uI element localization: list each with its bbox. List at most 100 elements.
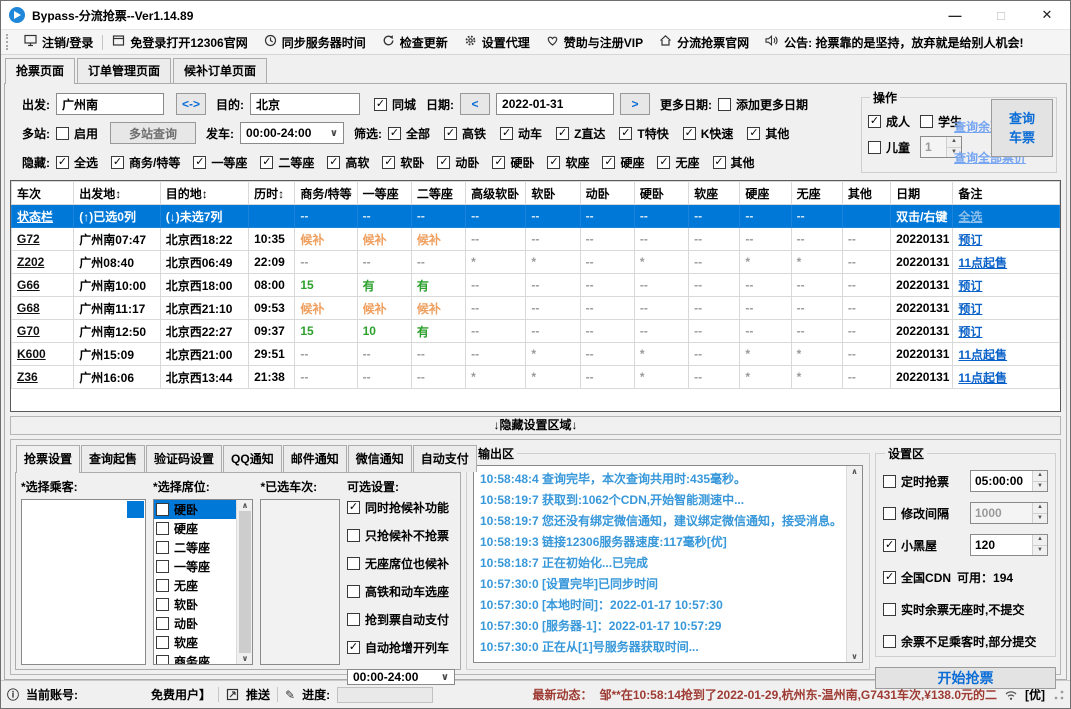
- hide-checkbox-11[interactable]: ✓ 其他: [712, 154, 755, 171]
- hide-checkbox-7[interactable]: ✓ 硬卧: [492, 154, 534, 171]
- settings-tab-4[interactable]: 邮件通知: [282, 445, 347, 472]
- filter-checkbox-5[interactable]: ✓ K快速: [682, 125, 733, 142]
- optional-checkbox-0[interactable]: ✓ 同时抢候补功能: [347, 499, 449, 516]
- book-link[interactable]: 预订: [958, 233, 982, 247]
- seat-option-5[interactable]: 软卧: [154, 595, 236, 614]
- column-header[interactable]: 高级软卧: [465, 181, 527, 205]
- optional-checkbox-3[interactable]: 高铁和动车选座: [347, 583, 449, 600]
- column-header[interactable]: 动卧: [579, 181, 635, 205]
- book-link[interactable]: 11点起售: [958, 348, 1007, 362]
- column-header[interactable]: 备注: [952, 181, 1060, 205]
- book-link[interactable]: 11点起售: [958, 256, 1007, 270]
- hide-checkbox-10[interactable]: ✓ 无座: [657, 154, 700, 171]
- toolbar-item-公告[interactable]: 公告: 抢票靠的是坚持，放弃就是给别人机会!: [757, 30, 1031, 54]
- scrollbar[interactable]: ∧ ∨: [846, 466, 863, 662]
- column-header[interactable]: 历时↕: [248, 181, 296, 205]
- seat-option-7[interactable]: 软座: [154, 633, 236, 652]
- book-link[interactable]: 预订: [958, 302, 982, 316]
- close-button[interactable]: ✕: [1024, 1, 1070, 29]
- hide-checkbox-0[interactable]: ✓ 全选: [56, 154, 98, 171]
- table-row[interactable]: G66 广州南10:00 北京西18:00 08:00 15 有有 -- -- -- -- -- --…: [11, 273, 1060, 297]
- optional-checkbox-2[interactable]: 无座席位也候补: [347, 555, 449, 572]
- column-header[interactable]: 硬卧: [633, 181, 690, 205]
- partial-submit-checkbox[interactable]: 余票不足乘客时,部分提交: [883, 633, 1036, 650]
- seat-option-0[interactable]: 硬卧: [154, 500, 237, 519]
- train-number-link[interactable]: G66: [17, 278, 40, 292]
- column-header[interactable]: 目的地↕: [159, 181, 250, 205]
- select-all-link[interactable]: 全选: [958, 210, 982, 224]
- spin-down-icon[interactable]: ▼: [1033, 545, 1047, 555]
- toolbar-item-设置[interactable]: 设置代理: [456, 30, 538, 54]
- toolbar-item-注销[interactable]: 注销/登录: [16, 30, 101, 54]
- toolbar-item-赞助[interactable]: 赞助与注册VIP: [538, 30, 651, 54]
- seat-option-1[interactable]: 硬座: [154, 519, 236, 538]
- no-seat-no-submit-checkbox[interactable]: 实时余票无座时,不提交: [883, 601, 1024, 618]
- train-number-link[interactable]: G68: [17, 301, 40, 315]
- hide-checkbox-4[interactable]: ✓ 高软: [327, 154, 369, 171]
- prev-date-button[interactable]: <: [460, 93, 491, 115]
- optional-checkbox-4[interactable]: 抢到票自动支付: [347, 611, 449, 628]
- table-row[interactable]: K600 广州15:09 北京西21:00 29:51 -- -- -- -- * -- * -- * *…: [11, 342, 1060, 366]
- multi-station-query-button[interactable]: 多站查询: [110, 122, 197, 144]
- spin-up-icon[interactable]: ▲: [1033, 503, 1047, 514]
- table-row[interactable]: G68 广州南11:17 北京西21:10 09:53 候补 候补 候补 -- -- -- -- --…: [11, 296, 1060, 320]
- scrollbar[interactable]: ∧ ∨: [236, 500, 253, 664]
- hide-settings-bar[interactable]: ↓隐藏设置区域↓: [10, 416, 1061, 435]
- column-header[interactable]: 软卧: [525, 181, 581, 205]
- depart-time-select[interactable]: 00:00-24:00 ∨: [240, 122, 345, 144]
- main-tab-2[interactable]: 候补订单页面: [173, 58, 268, 83]
- train-number-link[interactable]: G72: [17, 232, 40, 246]
- filter-checkbox-0[interactable]: ✓ 全部: [388, 125, 430, 142]
- start-grab-button[interactable]: 开始抢票: [875, 667, 1056, 689]
- column-header[interactable]: 出发地↕: [73, 181, 161, 205]
- blackroom-checkbox[interactable]: ✓ 小黑屋: [883, 537, 937, 554]
- scroll-down-icon[interactable]: ∨: [851, 652, 858, 661]
- timed-grab-time-stepper[interactable]: 05:00:00 ▲ ▼: [970, 470, 1048, 492]
- settings-tab-6[interactable]: 自动支付: [412, 445, 477, 472]
- scroll-up-icon[interactable]: ∧: [851, 467, 858, 476]
- push-label[interactable]: 推送: [246, 686, 270, 703]
- spin-up-icon[interactable]: ▲: [1033, 535, 1047, 546]
- train-number-link[interactable]: 状态栏: [17, 210, 53, 224]
- seat-option-2[interactable]: 二等座: [154, 538, 236, 557]
- date-input[interactable]: 2022-01-31: [496, 93, 615, 115]
- settings-tab-3[interactable]: QQ通知: [223, 445, 282, 472]
- hide-checkbox-3[interactable]: ✓ 二等座: [260, 154, 314, 171]
- train-number-link[interactable]: K600: [17, 347, 46, 361]
- toolbar-item-同步[interactable]: 同步服务器时间: [256, 30, 374, 54]
- seat-option-6[interactable]: 动卧: [154, 614, 236, 633]
- settings-tab-5[interactable]: 微信通知: [347, 445, 412, 472]
- spin-down-icon[interactable]: ▼: [1033, 513, 1047, 523]
- column-header[interactable]: 车次: [11, 181, 75, 205]
- minimize-button[interactable]: —: [932, 1, 978, 29]
- toolbar-item-分流[interactable]: 分流抢票官网: [651, 30, 757, 54]
- seat-option-8[interactable]: 商务座: [154, 652, 236, 664]
- train-number-link[interactable]: Z202: [17, 255, 44, 269]
- seat-option-3[interactable]: 一等座: [154, 557, 236, 576]
- filter-checkbox-2[interactable]: ✓ 动车: [500, 125, 542, 142]
- filter-checkbox-3[interactable]: ✓ Z直达: [556, 125, 605, 142]
- same-city-checkbox[interactable]: ✓ 同城: [374, 96, 416, 113]
- settings-tab-0[interactable]: 抢票设置: [16, 445, 81, 473]
- hide-checkbox-9[interactable]: ✓ 硬座: [602, 154, 644, 171]
- main-tab-1[interactable]: 订单管理页面: [77, 58, 172, 83]
- resize-grip[interactable]: [1054, 689, 1064, 700]
- add-more-dates-checkbox[interactable]: 添加更多日期: [718, 96, 808, 113]
- seat-option-4[interactable]: 无座: [154, 576, 236, 595]
- book-link[interactable]: 预订: [958, 325, 982, 339]
- maximize-button[interactable]: □: [978, 1, 1024, 29]
- scrollbar-thumb[interactable]: [238, 511, 251, 653]
- train-number-link[interactable]: Z36: [17, 370, 38, 384]
- spin-down-icon[interactable]: ▼: [1033, 481, 1047, 491]
- column-header[interactable]: 商务/特等: [294, 181, 358, 205]
- optional-checkbox-1[interactable]: 只抢候补不抢票: [347, 527, 449, 544]
- spin-up-icon[interactable]: ▲: [1033, 471, 1047, 482]
- column-header[interactable]: 其他: [841, 181, 892, 205]
- settings-tab-2[interactable]: 验证码设置: [146, 445, 223, 472]
- column-header[interactable]: 二等座: [410, 181, 467, 205]
- dest-input[interactable]: 北京: [250, 93, 360, 115]
- seat-listbox[interactable]: 硬卧硬座二等座一等座无座软卧动卧软座商务座特等座 ∧ ∨: [153, 499, 254, 665]
- hide-checkbox-5[interactable]: ✓ 软卧: [382, 154, 424, 171]
- next-date-button[interactable]: >: [620, 93, 651, 115]
- toolbar-item-检查[interactable]: 检查更新: [374, 30, 456, 54]
